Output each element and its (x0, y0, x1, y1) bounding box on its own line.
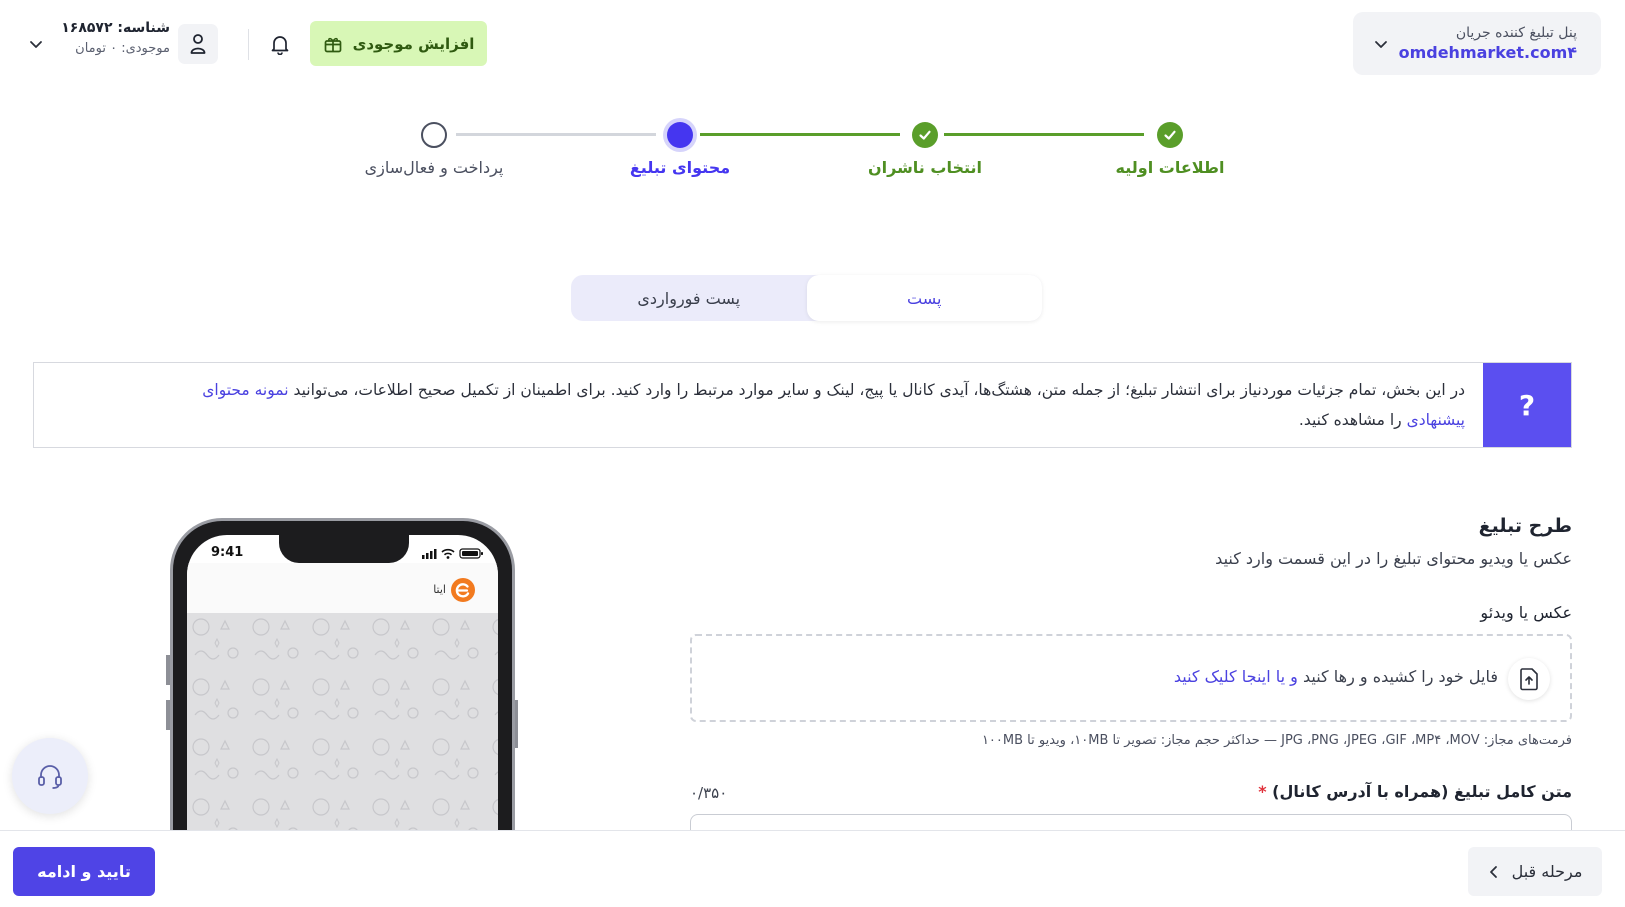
step-3-dot (667, 122, 693, 148)
topup-button[interactable]: افزایش موجودی (310, 21, 487, 66)
wallet-gift-icon (324, 37, 341, 52)
app-header: ایتا (187, 563, 498, 613)
char-counter: ۰/۳۵۰ (690, 784, 728, 802)
previous-step-button[interactable]: مرحله قبل (1468, 847, 1602, 896)
doodle-pattern (187, 613, 498, 848)
topup-label: افزایش موجودی (352, 34, 475, 53)
phone-time: 9:41 (211, 545, 244, 560)
help-icon: ? (1483, 363, 1571, 447)
phone-preview: 9:41 ایتا (170, 518, 515, 848)
step-4-dot (421, 122, 447, 148)
step-2-label: انتخاب ناشران (867, 158, 983, 177)
phone-screen: 9:41 ایتا (187, 535, 498, 848)
dropzone-browse-link[interactable]: و یا اینجا کلیک کنید (1174, 667, 1298, 686)
info-text-main: در این بخش، تمام جزئیات موردنیاز برای ان… (293, 381, 1465, 399)
section-title: طرح تبلیغ (1478, 515, 1572, 537)
app-name: ایتا (433, 583, 446, 596)
user-id-label: شناسه: (117, 20, 170, 36)
step-connector (456, 133, 656, 136)
user-avatar[interactable] (178, 24, 218, 64)
info-text-end: را مشاهده کنید. (1298, 411, 1402, 429)
step-1-dot (1157, 122, 1183, 148)
required-mark: * (1258, 782, 1267, 801)
chat-background (187, 613, 498, 848)
check-icon (919, 130, 931, 140)
upload-icon (1508, 658, 1550, 700)
step-2-dot (912, 122, 938, 148)
dropzone-instruction: فایل خود را کشیده و رها کنید (1303, 667, 1498, 686)
dropzone-text: فایل خود را کشیده و رها کنید و یا اینجا … (1174, 667, 1498, 686)
check-icon (1164, 130, 1176, 140)
ad-text-label-text: متن کامل تبلیغ (همراه با آدرس کانال) (1272, 782, 1572, 801)
footer-bar: مرحله قبل تایید و ادامه (0, 830, 1625, 907)
content-type-tabs: پست پست فورواردی (571, 275, 1042, 321)
phone-notch (279, 535, 409, 563)
step-connector (700, 133, 900, 136)
step-3-label: محتوای تبلیغ (629, 158, 731, 177)
chevron-down-icon[interactable] (28, 36, 44, 52)
chevron-down-icon (1375, 41, 1387, 48)
panel-selector[interactable]: پنل تبلیغ کننده جریان omdehmarket.com۴ (1353, 12, 1601, 75)
ad-text-label: متن کامل تبلیغ (همراه با آدرس کانال) * (1258, 782, 1572, 801)
info-text: در این بخش، تمام جزئیات موردنیاز برای ان… (195, 375, 1465, 435)
media-label: عکس یا ویدئو (1480, 603, 1572, 622)
step-4-label: پرداخت و فعال‌سازی (364, 158, 504, 177)
eitaa-logo-icon (451, 578, 475, 602)
step-connector (944, 133, 1144, 136)
headset-icon (38, 765, 62, 789)
info-box: ? در این بخش، تمام جزئیات موردنیاز برای … (33, 362, 1572, 448)
user-id-row: شناسه: ۱۶۸۵۷۲ (60, 20, 170, 36)
balance-text: موجودی: ۰ تومان (75, 41, 170, 56)
header-divider (248, 29, 249, 60)
step-1-label: اطلاعات اولیه (1115, 158, 1225, 177)
chevron-left-icon (1489, 865, 1497, 878)
tab-post[interactable]: پست (806, 275, 1042, 321)
user-icon (190, 34, 206, 54)
section-subtitle: عکس یا ویدیو محتوای تبلیغ را در این قسمت… (1215, 549, 1572, 568)
media-dropzone[interactable]: فایل خود را کشیده و رها کنید و یا اینجا … (690, 634, 1572, 722)
user-id-value: ۱۶۸۵۷۲ (61, 20, 113, 36)
support-button[interactable] (12, 738, 88, 814)
confirm-continue-button[interactable]: تایید و ادامه (13, 847, 155, 896)
tab-forwarded-post[interactable]: پست فورواردی (571, 275, 807, 321)
previous-step-label: مرحله قبل (1511, 862, 1583, 881)
allowed-formats-text: فرمت‌های مجاز: JPG ،PNG ،JPEG ،GIF ،MP۴ … (981, 733, 1572, 748)
bell-icon[interactable] (270, 33, 290, 55)
status-bar-icons (422, 548, 483, 559)
user-info[interactable]: شناسه: ۱۶۸۵۷۲ موجودی: ۰ تومان (60, 20, 170, 56)
